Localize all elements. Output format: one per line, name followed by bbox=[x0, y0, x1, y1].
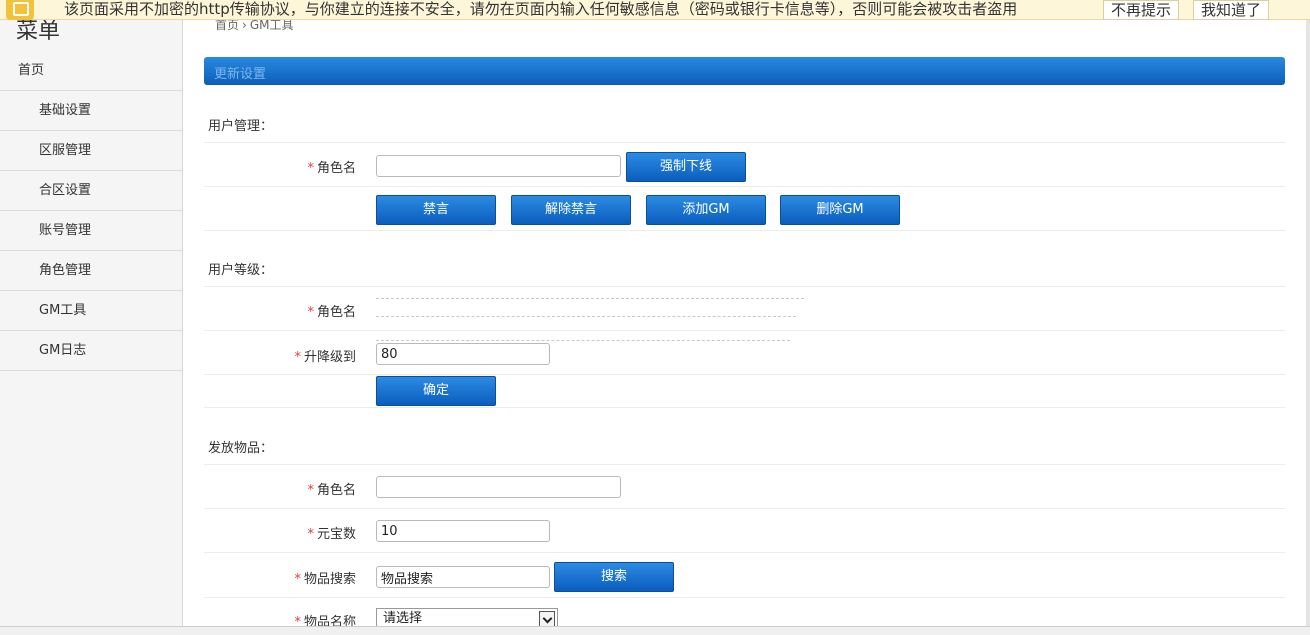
no-remind-button[interactable]: 不再提示 bbox=[1103, 0, 1180, 20]
required-mark: * bbox=[307, 305, 314, 320]
user-level-title: 用户等级： bbox=[208, 263, 274, 278]
sidebar-item-home[interactable]: 首页 bbox=[0, 51, 182, 91]
item-search-button[interactable]: 搜索 bbox=[554, 562, 674, 592]
remove-gm-button[interactable]: 删除GM bbox=[780, 195, 900, 225]
panel-header: 更新设置 bbox=[204, 57, 1285, 85]
sidebar-item-gm-tools[interactable]: GM工具 bbox=[0, 291, 182, 331]
required-mark: * bbox=[307, 161, 314, 176]
required-mark: * bbox=[307, 483, 314, 498]
level-confirm-button[interactable]: 确定 bbox=[376, 376, 496, 406]
row-divider bbox=[204, 330, 1285, 331]
row-divider bbox=[204, 374, 1285, 375]
row-divider bbox=[204, 464, 1285, 465]
item-name-select-value: 请选择 bbox=[383, 611, 423, 626]
sidebar-item-role-management[interactable]: 角色管理 bbox=[0, 251, 182, 291]
row-divider bbox=[204, 142, 1285, 143]
give-items-role-label: * 角色名 bbox=[307, 483, 356, 498]
unmute-button[interactable]: 解除禁言 bbox=[511, 195, 631, 225]
row-divider bbox=[204, 552, 1285, 553]
row-divider bbox=[204, 508, 1285, 509]
security-warning-bar: 该页面采用不加密的http传输协议，与你建立的连接不安全，请勿在页面内输入任何敏… bbox=[0, 0, 1310, 20]
item-search-label: * 物品搜索 bbox=[294, 572, 356, 587]
sidebar: 菜单 首页 基础设置 区服管理 合区设置 账号管理 角色管理 GM工具 GM日志 bbox=[0, 0, 183, 635]
add-gm-button[interactable]: 添加GM bbox=[646, 195, 766, 225]
row-divider bbox=[204, 286, 1285, 287]
artifact-line bbox=[376, 340, 790, 342]
force-offline-button[interactable]: 强制下线 bbox=[626, 152, 746, 182]
sidebar-item-server-management[interactable]: 区服管理 bbox=[0, 131, 182, 171]
breadcrumb-separator: › bbox=[242, 18, 247, 32]
scrollbar[interactable] bbox=[1306, 20, 1310, 626]
item-search-input[interactable] bbox=[376, 566, 550, 588]
got-it-button[interactable]: 我知道了 bbox=[1193, 0, 1270, 20]
breadcrumb-current: GM工具 bbox=[249, 18, 294, 32]
sidebar-item-basic-settings[interactable]: 基础设置 bbox=[0, 91, 182, 131]
security-warning-text: 该页面采用不加密的http传输协议，与你建立的连接不安全，请勿在页面内输入任何敏… bbox=[64, 0, 1018, 18]
row-divider bbox=[204, 186, 1285, 187]
give-items-title: 发放物品： bbox=[208, 441, 274, 456]
artifact-line bbox=[376, 316, 796, 318]
required-mark: * bbox=[307, 527, 314, 542]
user-management-role-label: * 角色名 bbox=[307, 161, 356, 176]
user-level-role-label: * 角色名 bbox=[307, 305, 356, 320]
mute-button[interactable]: 禁言 bbox=[376, 195, 496, 225]
sidebar-item-merge-settings[interactable]: 合区设置 bbox=[0, 171, 182, 211]
panel-header-title: 更新设置 bbox=[214, 67, 267, 82]
ingot-input[interactable] bbox=[376, 520, 550, 542]
sidebar-item-account-management[interactable]: 账号管理 bbox=[0, 211, 182, 251]
level-to-input[interactable] bbox=[376, 343, 550, 365]
level-to-label: * 升降级到 bbox=[294, 350, 356, 365]
row-divider bbox=[204, 597, 1285, 598]
artifact-line bbox=[376, 298, 804, 300]
required-mark: * bbox=[294, 350, 301, 365]
user-management-role-input[interactable] bbox=[376, 155, 621, 177]
row-divider bbox=[204, 230, 1285, 231]
required-mark: * bbox=[294, 572, 301, 587]
role-input-rendering-artifact[interactable] bbox=[376, 296, 804, 344]
chevron-down-icon[interactable] bbox=[539, 611, 555, 627]
row-divider bbox=[204, 407, 1285, 408]
user-management-title: 用户管理： bbox=[208, 119, 274, 134]
give-items-role-input[interactable] bbox=[376, 476, 621, 498]
sidebar-item-gm-log[interactable]: GM日志 bbox=[0, 331, 182, 371]
browser-status-bar bbox=[0, 626, 1310, 635]
breadcrumb-home[interactable]: 首页 bbox=[215, 18, 239, 32]
warning-icon bbox=[6, 0, 34, 20]
ingot-label: * 元宝数 bbox=[307, 527, 356, 542]
